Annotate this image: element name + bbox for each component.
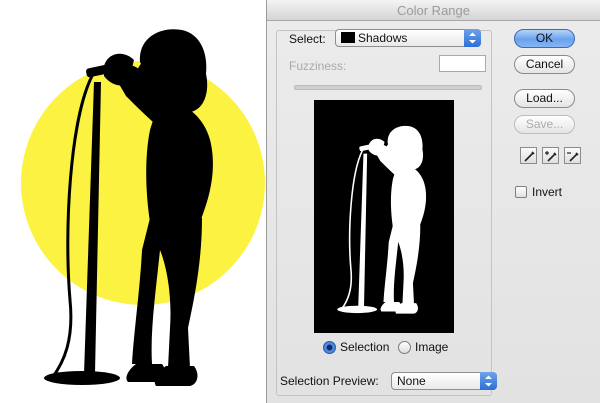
color-range-dialog: Color Range Select: Shadows Fuzziness: S…: [266, 0, 600, 403]
select-label: Select:: [289, 32, 326, 46]
chevron-updown-icon: [480, 372, 497, 390]
radio-image[interactable]: [398, 341, 411, 354]
chevron-updown-icon: [464, 29, 481, 47]
artwork-canvas: [21, 27, 265, 388]
load-button[interactable]: Load...: [514, 89, 575, 108]
selection-preview-value: None: [397, 374, 426, 388]
dialog-titlebar[interactable]: Color Range: [267, 0, 600, 21]
selection-preview-label: Selection Preview:: [280, 374, 379, 388]
eyedropper-icon[interactable]: [520, 147, 537, 164]
ok-button[interactable]: OK: [514, 29, 575, 48]
cancel-button[interactable]: Cancel: [514, 55, 575, 74]
save-button[interactable]: Save...: [514, 115, 575, 134]
dialog-title: Color Range: [397, 3, 470, 18]
radio-selection-label: Selection: [340, 340, 390, 354]
color-swatch: [341, 32, 355, 43]
selection-preview-image: [314, 100, 454, 333]
invert-checkbox[interactable]: [515, 186, 527, 198]
select-value: Shadows: [358, 31, 408, 45]
eyedropper-plus-icon[interactable]: [542, 147, 559, 164]
eyedropper-minus-icon[interactable]: [564, 147, 581, 164]
fuzziness-label: Fuzziness:: [289, 59, 347, 73]
selection-preview-dropdown[interactable]: None: [391, 372, 497, 390]
fuzziness-input[interactable]: [439, 55, 486, 72]
fuzziness-slider[interactable]: [294, 85, 482, 90]
radio-selection[interactable]: [323, 341, 336, 354]
radio-image-label: Image: [415, 340, 449, 354]
select-dropdown[interactable]: Shadows: [335, 29, 481, 47]
invert-label: Invert: [532, 185, 563, 199]
